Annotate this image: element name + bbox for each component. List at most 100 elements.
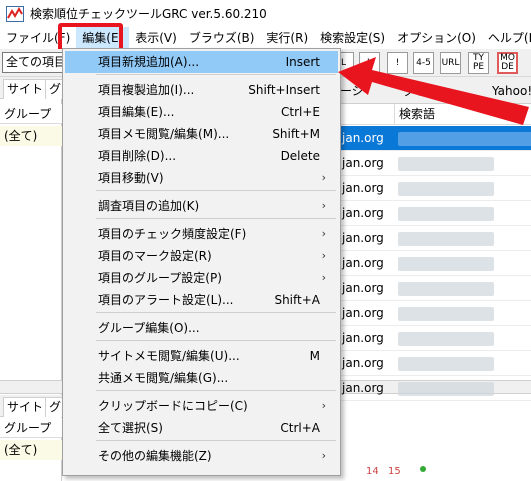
menu-item-label: 項目メモ閲覧/編集(M)... bbox=[98, 127, 230, 141]
axis-label-14: 14 bbox=[366, 466, 379, 477]
blurred-keyword bbox=[398, 257, 494, 271]
group-column-header-bottom[interactable]: グループ bbox=[0, 418, 62, 438]
edit-menu-item[interactable]: クリップボードにコピー(C) › bbox=[65, 395, 338, 417]
menu-view[interactable]: 表示(V) bbox=[129, 27, 183, 49]
tab-site[interactable]: サイト bbox=[3, 79, 48, 99]
menu-options[interactable]: オプション(O) bbox=[391, 27, 482, 49]
menu-item-shortcut: Shift+Insert bbox=[248, 83, 320, 97]
menu-item-label: サイトメモ閲覧/編集(U)... bbox=[98, 349, 240, 363]
edit-menu-item[interactable]: 項目メモ閲覧/編集(M)... Shift+M bbox=[65, 123, 338, 145]
toolbar-button-type[interactable]: TY PE bbox=[468, 52, 489, 74]
edit-menu-item[interactable]: 項目新規追加(A)... Insert bbox=[65, 51, 338, 73]
graph-axis: 14 15 bbox=[340, 466, 531, 481]
table-row[interactable]: jan.org bbox=[340, 226, 531, 251]
toolbar-button-range[interactable]: 4-5 bbox=[413, 52, 434, 74]
window-title: 検索順位チェックツールGRC ver.5.60.210 bbox=[30, 7, 267, 21]
edit-menu-item[interactable]: 項目のグループ設定(P) › bbox=[65, 267, 338, 289]
edit-menu-item[interactable]: 項目複製追加(I)... Shift+Insert bbox=[65, 79, 338, 101]
blurred-keyword bbox=[398, 282, 494, 296]
tab-page[interactable]: ージ bbox=[340, 80, 364, 104]
menu-item-shortcut: Shift+M bbox=[272, 127, 320, 141]
axis-label-15: 15 bbox=[388, 466, 401, 477]
keyword-column-header[interactable]: 検索語 bbox=[394, 104, 435, 125]
table-row[interactable]: jan.org bbox=[340, 151, 531, 176]
results-tab-row: ージ グラフ Yahoo! bbox=[340, 77, 531, 104]
row-url: jan.org bbox=[342, 231, 384, 245]
row-url: jan.org bbox=[342, 356, 384, 370]
submenu-arrow-icon: › bbox=[321, 449, 326, 462]
edit-menu-item[interactable]: サイトメモ閲覧/編集(U)... M bbox=[65, 345, 338, 367]
tab-yahoo[interactable]: Yahoo! bbox=[492, 80, 531, 104]
table-row[interactable]: jan.org bbox=[340, 251, 531, 276]
menu-item-shortcut: Delete bbox=[280, 149, 320, 163]
menu-separator bbox=[96, 340, 336, 341]
results-header: 検索語 bbox=[340, 104, 531, 125]
group-row-all-bottom[interactable]: (全て) bbox=[0, 440, 62, 460]
left-bottom-tab-row: サイト グ bbox=[0, 395, 66, 417]
group-column-header[interactable]: グループ bbox=[0, 104, 62, 124]
row-url: jan.org bbox=[342, 256, 384, 270]
table-row[interactable]: jan.org bbox=[340, 326, 531, 351]
menu-separator bbox=[96, 440, 336, 441]
group-row-all[interactable]: (全て) bbox=[0, 126, 62, 146]
blurred-keyword bbox=[398, 382, 494, 396]
menu-item-shortcut: Shift+A bbox=[274, 293, 320, 307]
table-row[interactable]: jan.org bbox=[340, 126, 531, 151]
table-row[interactable]: jan.org bbox=[340, 176, 531, 201]
row-url: jan.org bbox=[342, 181, 384, 195]
table-row[interactable]: jan.org bbox=[340, 376, 531, 401]
row-url: jan.org bbox=[342, 206, 384, 220]
tab-site-bottom[interactable]: サイト bbox=[3, 397, 48, 417]
menu-item-label: 全て選択(S) bbox=[98, 421, 163, 435]
row-url: jan.org bbox=[342, 281, 384, 295]
edit-menu-item[interactable]: 項目移動(V) › bbox=[65, 167, 338, 189]
menu-help[interactable]: ヘルプ(H) bbox=[482, 27, 531, 49]
menu-browse[interactable]: ブラウズ(B) bbox=[183, 27, 261, 49]
tab-graph[interactable]: グラフ bbox=[403, 80, 439, 104]
edit-menu-item[interactable]: 項目編集(E)... Ctrl+E bbox=[65, 101, 338, 123]
menu-separator bbox=[96, 74, 336, 75]
menu-item-label: 項目のマーク設定(R) bbox=[98, 249, 212, 263]
edit-menu-item[interactable]: 項目のマーク設定(R) › bbox=[65, 245, 338, 267]
menu-item-shortcut: Ctrl+E bbox=[281, 105, 320, 119]
graph-point bbox=[420, 466, 426, 472]
blurred-keyword bbox=[398, 132, 531, 146]
edit-menu-item[interactable]: 項目削除(D)... Delete bbox=[65, 145, 338, 167]
row-url: jan.org bbox=[342, 306, 384, 320]
toolbar-button-url[interactable]: URL bbox=[440, 52, 461, 74]
menu-search-settings[interactable]: 検索設定(S) bbox=[314, 27, 391, 49]
edit-menu-item[interactable]: 項目のアラート設定(L)... Shift+A bbox=[65, 289, 338, 311]
menu-separator bbox=[96, 390, 336, 391]
table-row[interactable]: jan.org bbox=[340, 276, 531, 301]
menu-separator bbox=[96, 218, 336, 219]
menu-item-label: 共通メモ閲覧/編集(G)... bbox=[98, 371, 229, 385]
submenu-arrow-icon: › bbox=[321, 399, 326, 412]
left-top-tab-row: サイト グ bbox=[0, 77, 66, 99]
menu-item-label: 項目のアラート設定(L)... bbox=[98, 293, 234, 307]
menu-item-shortcut: Insert bbox=[285, 55, 320, 69]
table-row[interactable]: jan.org bbox=[340, 201, 531, 226]
edit-menu-item[interactable]: 調査項目の追加(K) › bbox=[65, 195, 338, 217]
menu-item-shortcut: M bbox=[309, 349, 320, 363]
submenu-arrow-icon: › bbox=[321, 199, 326, 212]
menu-run[interactable]: 実行(R) bbox=[260, 27, 314, 49]
left-panel: サイト グ グループ (全て) サイト グ グループ (全て) bbox=[0, 77, 66, 481]
table-row[interactable]: jan.org bbox=[340, 351, 531, 376]
blurred-keyword bbox=[398, 232, 494, 246]
edit-menu-item[interactable]: グループ編集(O)... bbox=[65, 317, 338, 339]
toolbar-button-mode[interactable]: MO DE bbox=[497, 52, 518, 74]
edit-menu-item[interactable]: 全て選択(S) Ctrl+A bbox=[65, 417, 338, 439]
edit-menu-item[interactable]: その他の編集機能(Z) › bbox=[65, 445, 338, 467]
menu-item-label: 項目削除(D)... bbox=[98, 149, 177, 163]
toolbar-button-l2[interactable]: L bbox=[359, 52, 380, 74]
menu-item-label: 項目のチェック頻度設定(F) bbox=[98, 227, 247, 241]
table-row[interactable]: jan.org bbox=[340, 301, 531, 326]
item-filter-combo[interactable]: 全ての項目 bbox=[2, 52, 64, 73]
menu-item-shortcut: Ctrl+A bbox=[280, 421, 320, 435]
submenu-arrow-icon: › bbox=[321, 249, 326, 262]
menu-item-label: 項目移動(V) bbox=[98, 171, 164, 185]
toolbar-button-alert[interactable]: ! bbox=[387, 52, 408, 74]
edit-menu-item[interactable]: 共通メモ閲覧/編集(G)... bbox=[65, 367, 338, 389]
submenu-arrow-icon: › bbox=[321, 271, 326, 284]
edit-menu-item[interactable]: 項目のチェック頻度設定(F) › bbox=[65, 223, 338, 245]
